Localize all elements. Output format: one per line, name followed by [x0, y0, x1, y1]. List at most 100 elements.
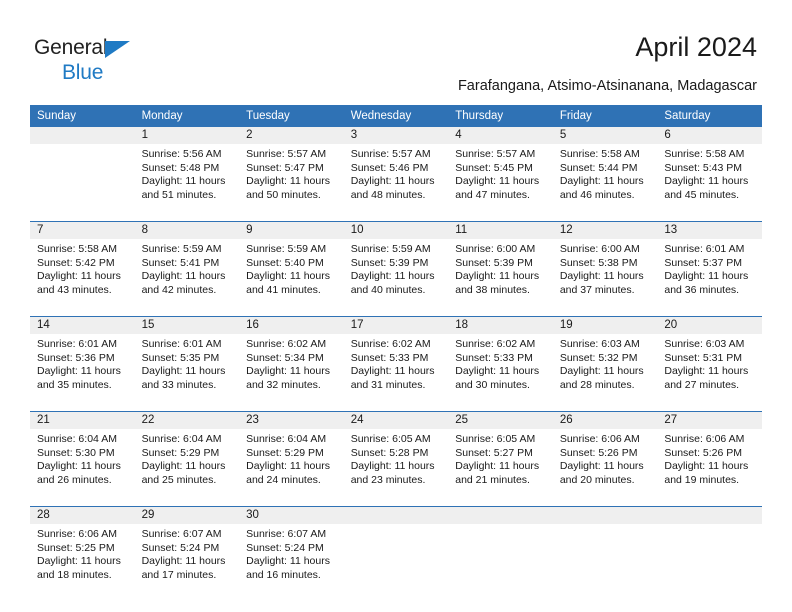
sunset-line: Sunset: 5:38 PM — [559, 256, 638, 269]
calendar-day-cell[interactable]: 22 Sunrise: 6:04 AM Sunset: 5:29 PM Dayligh… — [134, 411, 240, 502]
daylight-line-2: and 17 minutes. — [141, 568, 217, 581]
weekday-header-monday: Monday — [134, 105, 240, 127]
sunset-line: Sunset: 5:36 PM — [37, 351, 115, 364]
sunset-line: Sunset: 5:46 PM — [350, 161, 429, 174]
calendar-day-cell[interactable]: 17 Sunrise: 6:02 AM Sunset: 5:33 PM Dayligh… — [343, 316, 449, 407]
day-number: 9 — [239, 222, 344, 239]
day-details: Sunrise: 6:00 AM Sunset: 5:39 PM Daylight:… — [448, 239, 553, 297]
page-title: April 2024 — [635, 32, 757, 62]
day-number: 28 — [30, 507, 135, 524]
calendar-day-cell[interactable]: 7 Sunrise: 5:58 AM Sunset: 5:42 PM Daylight… — [30, 221, 135, 312]
blue-triangle-icon — [105, 41, 130, 58]
daylight-line-1: Daylight: 11 hours — [246, 270, 330, 283]
daylight-line-2: and 31 minutes. — [350, 378, 426, 391]
day-cell-content: 27 Sunrise: 6:06 AM Sunset: 5:26 PM Dayligh… — [657, 412, 762, 502]
day-cell-content: 10 Sunrise: 5:59 AM Sunset: 5:39 PM Dayligh… — [343, 222, 449, 312]
calendar-day-cell[interactable]: 19 Sunrise: 6:03 AM Sunset: 5:32 PM Dayligh… — [552, 316, 658, 407]
day-cell-content: 20 Sunrise: 6:03 AM Sunset: 5:31 PM Dayligh… — [657, 317, 762, 407]
calendar-day-cell[interactable]: 18 Sunrise: 6:02 AM Sunset: 5:33 PM Dayligh… — [448, 316, 553, 407]
day-details: Sunrise: 5:56 AM Sunset: 5:48 PM Daylight:… — [135, 144, 240, 202]
day-number: 27 — [657, 412, 762, 429]
calendar-day-cell[interactable]: 24 Sunrise: 6:05 AM Sunset: 5:28 PM Dayligh… — [343, 411, 449, 502]
sunset-line: Sunset: 5:41 PM — [141, 256, 220, 269]
sunrise-line: Sunrise: 6:01 AM — [141, 338, 222, 350]
calendar-day-cell[interactable]: 9 Sunrise: 5:59 AM Sunset: 5:40 PM Daylight… — [239, 221, 344, 312]
daylight-line-2: and 36 minutes. — [664, 283, 740, 296]
daylight-line-1: Daylight: 11 hours — [559, 270, 644, 283]
sunrise-line: Sunrise: 5:57 AM — [350, 148, 431, 160]
calendar-day-cell[interactable]: 26 Sunrise: 6:06 AM Sunset: 5:26 PM Dayligh… — [552, 411, 658, 502]
sunset-line: Sunset: 5:33 PM — [455, 351, 533, 364]
day-details: Sunrise: 6:03 AM Sunset: 5:32 PM Daylight:… — [553, 334, 658, 392]
calendar-day-cell[interactable]: 1 Sunrise: 5:56 AM Sunset: 5:48 PM Daylight… — [134, 127, 240, 217]
daylight-line-2: and 35 minutes. — [37, 378, 112, 391]
sunrise-line: Sunrise: 5:59 AM — [246, 243, 327, 255]
sunrise-line: Sunrise: 5:57 AM — [246, 148, 327, 160]
daylight-line-2: and 40 minutes. — [350, 283, 426, 296]
calendar-day-cell[interactable]: 3 Sunrise: 5:57 AM Sunset: 5:46 PM Daylight… — [343, 127, 449, 217]
day-number: 10 — [343, 222, 449, 239]
calendar-day-cell[interactable]: 13 Sunrise: 6:01 AM Sunset: 5:37 PM Dayligh… — [657, 221, 762, 312]
brand-name-blue: Blue — [62, 61, 104, 84]
calendar-body: 1 Sunrise: 5:56 AM Sunset: 5:48 PM Daylight… — [30, 127, 762, 597]
day-cell-content: 24 Sunrise: 6:05 AM Sunset: 5:28 PM Dayligh… — [343, 412, 449, 502]
calendar-day-cell[interactable]: 27 Sunrise: 6:06 AM Sunset: 5:26 PM Dayligh… — [657, 411, 762, 502]
calendar-day-cell[interactable]: 28 Sunrise: 6:06 AM Sunset: 5:25 PM Dayligh… — [30, 506, 135, 597]
calendar-day-cell[interactable]: 16 Sunrise: 6:02 AM Sunset: 5:34 PM Dayligh… — [239, 316, 344, 407]
calendar-day-cell[interactable]: 2 Sunrise: 5:57 AM Sunset: 5:47 PM Daylight… — [239, 127, 344, 217]
day-cell-content: 6 Sunrise: 5:58 AM Sunset: 5:43 PM Daylight… — [657, 127, 762, 217]
daylight-line-2: and 46 minutes. — [559, 188, 635, 201]
day-details: Sunrise: 5:59 AM Sunset: 5:39 PM Daylight:… — [344, 239, 449, 297]
calendar-day-cell[interactable]: 23 Sunrise: 6:04 AM Sunset: 5:29 PM Dayligh… — [239, 411, 344, 502]
daylight-line-2: and 45 minutes. — [664, 188, 740, 201]
calendar-day-cell[interactable]: 8 Sunrise: 5:59 AM Sunset: 5:41 PM Daylight… — [134, 221, 240, 312]
calendar-day-cell[interactable]: 15 Sunrise: 6:01 AM Sunset: 5:35 PM Dayligh… — [134, 316, 240, 407]
day-details: Sunrise: 6:00 AM Sunset: 5:38 PM Daylight:… — [553, 239, 658, 297]
sunrise-line: Sunrise: 6:02 AM — [246, 338, 327, 350]
calendar-day-cell[interactable]: 21 Sunrise: 6:04 AM Sunset: 5:30 PM Dayligh… — [30, 411, 135, 502]
daylight-line-1: Daylight: 11 hours — [350, 270, 435, 283]
day-number: 19 — [552, 317, 658, 334]
sunset-line: Sunset: 5:45 PM — [455, 161, 533, 174]
day-number: 18 — [448, 317, 553, 334]
daylight-line-2: and 33 minutes. — [141, 378, 217, 391]
sunrise-line: Sunrise: 6:07 AM — [141, 528, 222, 540]
sunrise-line: Sunrise: 6:06 AM — [664, 433, 745, 445]
daylight-line-2: and 50 minutes. — [246, 188, 321, 201]
calendar-day-cell[interactable]: 11 Sunrise: 6:00 AM Sunset: 5:39 PM Dayligh… — [448, 221, 553, 312]
calendar-day-cell[interactable]: 5 Sunrise: 5:58 AM Sunset: 5:44 PM Daylight… — [552, 127, 658, 217]
sunrise-sunset-calendar: Sunday Monday Tuesday Wednesday Thursday Frid… — [30, 105, 762, 597]
sunset-line: Sunset: 5:29 PM — [246, 446, 324, 459]
calendar-day-cell[interactable]: 25 Sunrise: 6:05 AM Sunset: 5:27 PM Dayligh… — [448, 411, 553, 502]
calendar-day-cell[interactable]: 20 Sunrise: 6:03 AM Sunset: 5:31 PM Dayligh… — [657, 316, 762, 407]
calendar-day-cell[interactable]: 30 Sunrise: 6:07 AM Sunset: 5:24 PM Dayligh… — [239, 506, 344, 597]
day-cell-content: 25 Sunrise: 6:05 AM Sunset: 5:27 PM Dayligh… — [448, 412, 553, 502]
calendar-day-cell[interactable]: 10 Sunrise: 5:59 AM Sunset: 5:39 PM Dayligh… — [343, 221, 449, 312]
calendar-day-cell[interactable]: 4 Sunrise: 5:57 AM Sunset: 5:45 PM Daylight… — [448, 127, 553, 217]
day-number — [343, 507, 449, 524]
day-details: Sunrise: 5:58 AM Sunset: 5:44 PM Daylight:… — [553, 144, 658, 202]
calendar-day-cell[interactable]: 12 Sunrise: 6:00 AM Sunset: 5:38 PM Dayligh… — [552, 221, 658, 312]
daylight-line-2: and 24 minutes. — [246, 473, 321, 486]
daylight-line-1: Daylight: 11 hours — [455, 175, 540, 188]
day-number: 29 — [134, 507, 240, 524]
day-cell-content: 28 Sunrise: 6:06 AM Sunset: 5:25 PM Dayligh… — [30, 507, 135, 597]
sunrise-line: Sunrise: 6:05 AM — [455, 433, 536, 445]
day-number: 11 — [448, 222, 553, 239]
sunrise-line: Sunrise: 6:00 AM — [559, 243, 640, 255]
sunset-line: Sunset: 5:24 PM — [246, 541, 324, 554]
brand-logo[interactable]: General Blue — [34, 36, 204, 86]
daylight-line-1: Daylight: 11 hours — [37, 365, 121, 378]
daylight-line-2: and 27 minutes. — [664, 378, 740, 391]
day-details: Sunrise: 6:06 AM Sunset: 5:25 PM Daylight:… — [30, 524, 135, 582]
day-details: Sunrise: 6:01 AM Sunset: 5:37 PM Daylight:… — [657, 239, 762, 297]
day-number: 5 — [552, 127, 658, 144]
calendar-day-cell[interactable]: 29 Sunrise: 6:07 AM Sunset: 5:24 PM Dayligh… — [134, 506, 240, 597]
calendar-day-cell[interactable]: 6 Sunrise: 5:58 AM Sunset: 5:43 PM Daylight… — [657, 127, 762, 217]
day-details: Sunrise: 5:57 AM Sunset: 5:47 PM Daylight:… — [239, 144, 344, 202]
daylight-line-1: Daylight: 11 hours — [455, 365, 540, 378]
calendar-day-cell[interactable]: 14 Sunrise: 6:01 AM Sunset: 5:36 PM Dayligh… — [30, 316, 135, 407]
day-number: 24 — [343, 412, 449, 429]
daylight-line-1: Daylight: 11 hours — [455, 460, 540, 473]
weekday-header-sunday: Sunday — [30, 105, 135, 127]
